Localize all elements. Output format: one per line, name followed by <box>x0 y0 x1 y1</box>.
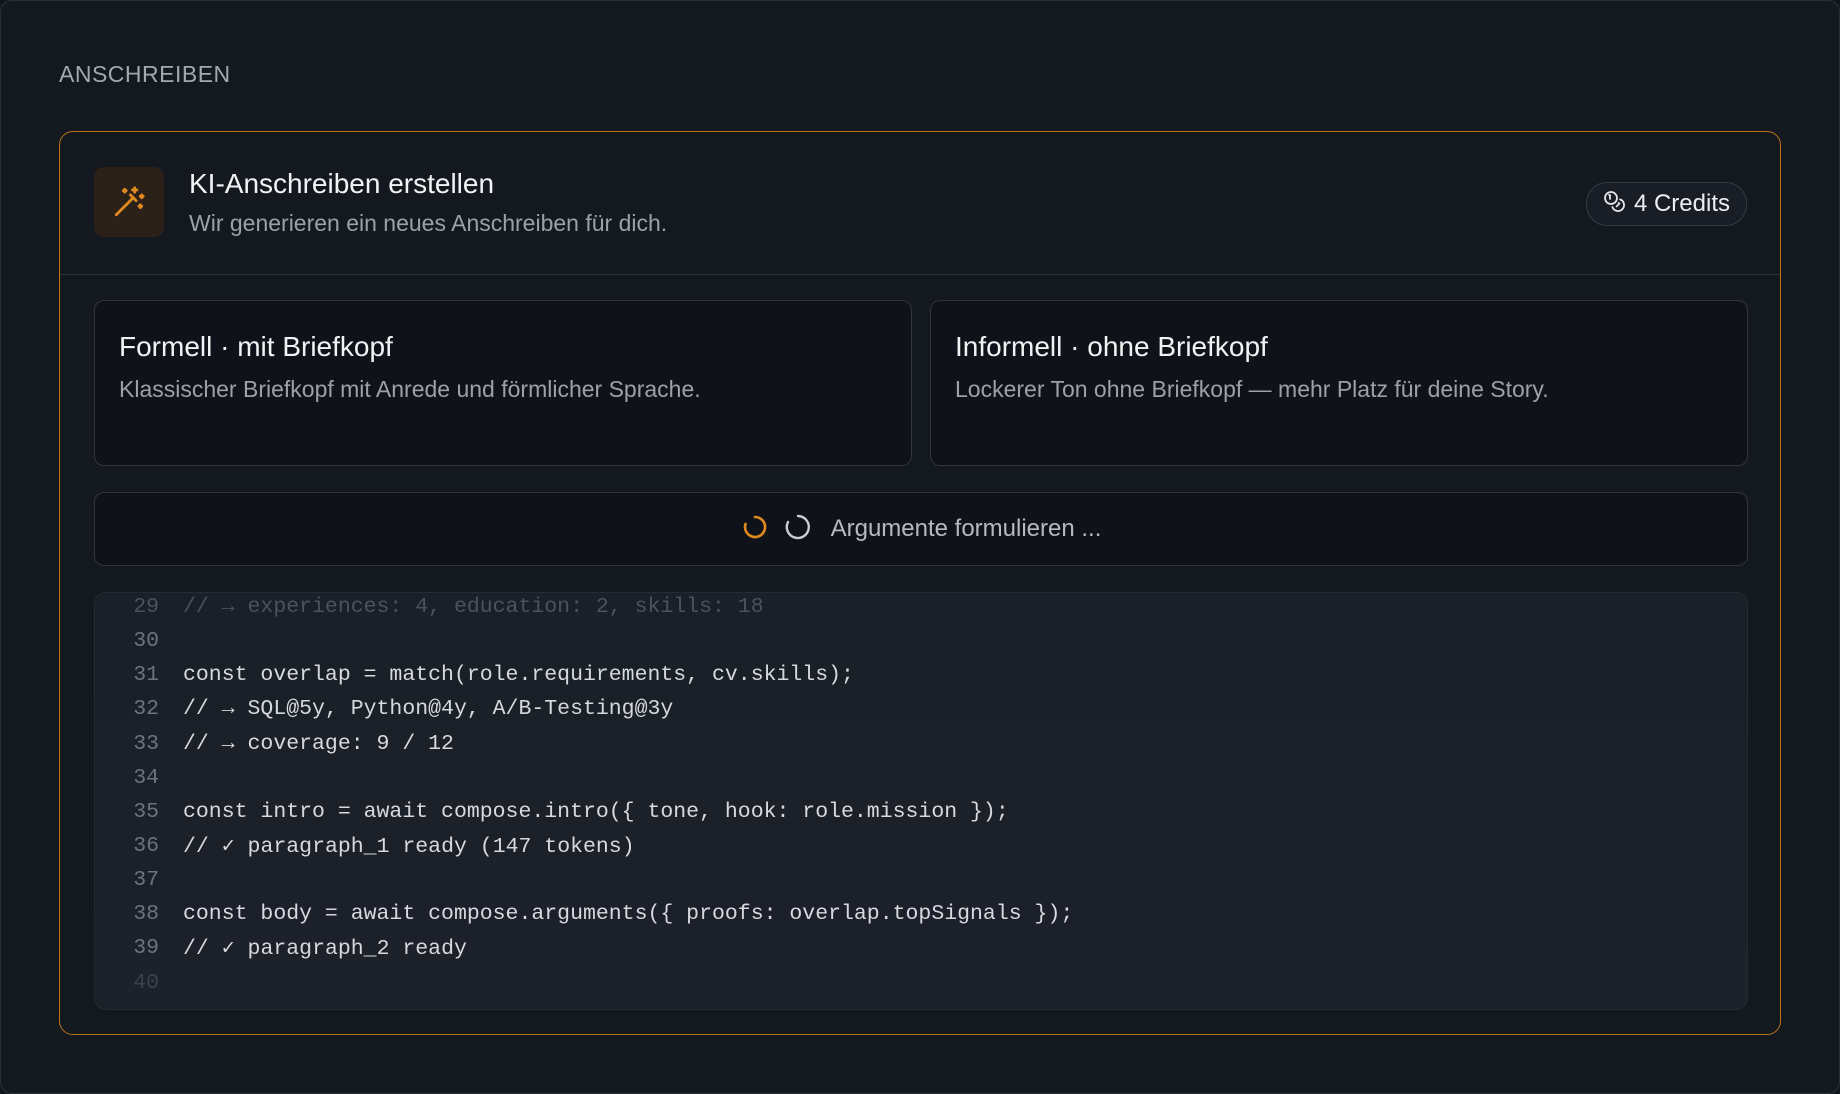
coins-icon <box>1602 189 1626 220</box>
status-text: Argumente formulieren ... <box>830 515 1102 542</box>
spinner-icon <box>783 512 813 547</box>
code-text: // ✓ paragraph_2 ready <box>183 937 467 961</box>
code-log: 29 // → experiences: 4, education: 2, ski… <box>94 592 1748 1010</box>
code-line: 38 const body = await compose.arguments({… <box>95 897 1747 931</box>
code-line: 30 <box>95 624 1747 658</box>
code-line: 32 // → SQL@5y, Python@4y, A/B-Testing@3y <box>95 692 1747 726</box>
code-line: 34 <box>95 761 1747 795</box>
code-text: // → coverage: 9 / 12 <box>183 732 454 756</box>
line-number: 37 <box>133 868 159 892</box>
code-line: 29 // → experiences: 4, education: 2, ski… <box>95 593 1747 624</box>
generation-status: Argumente formulieren ... <box>94 492 1748 566</box>
code-text: // → experiences: 4, education: 2, skill… <box>183 595 764 619</box>
code-text: const overlap = match(role.requirements,… <box>183 663 854 687</box>
line-number: 30 <box>133 629 159 653</box>
code-line: 36 // ✓ paragraph_1 ready (147 tokens) <box>95 829 1747 863</box>
option-title: Informell · ohne Briefkopf <box>955 331 1268 362</box>
magic-wand-icon <box>94 167 164 237</box>
line-number: 36 <box>133 834 159 858</box>
code-text: const intro = await compose.intro({ tone… <box>183 800 1009 824</box>
code-text: // ✓ paragraph_1 ready (147 tokens) <box>183 835 635 859</box>
ai-generator-card: KI-Anschreiben erstellen Wir generieren … <box>59 131 1781 1035</box>
credits-badge: 4 Credits <box>1585 182 1747 226</box>
code-line: 35 const intro = await compose.intro({ to… <box>95 795 1747 829</box>
line-number: 29 <box>133 595 159 619</box>
code-line: 31 const overlap = match(role.requirement… <box>95 658 1747 692</box>
line-number: 31 <box>133 663 159 687</box>
option-description: Klassischer Briefkopf mit Anrede und för… <box>119 376 701 402</box>
option-description: Lockerer Ton ohne Briefkopf — mehr Platz… <box>955 376 1549 402</box>
cover-letter-panel: ANSCHREIBEN KI-Anschreiben erstellen Wir… <box>0 0 1840 1094</box>
card-header: KI-Anschreiben erstellen Wir generieren … <box>60 132 1780 275</box>
code-line: 33 // → coverage: 9 / 12 <box>95 727 1747 761</box>
line-number: 33 <box>133 732 159 756</box>
credits-label: 4 Credits <box>1633 190 1730 217</box>
code-line: 37 <box>95 863 1747 897</box>
line-number: 40 <box>133 971 159 995</box>
section-title: ANSCHREIBEN <box>59 61 231 87</box>
card-subtitle: Wir generieren ein neues Anschreiben für… <box>189 210 668 236</box>
line-number: 32 <box>133 697 159 721</box>
line-number: 39 <box>133 936 159 960</box>
code-text: const body = await compose.arguments({ p… <box>183 902 1074 926</box>
option-title: Formell · mit Briefkopf <box>119 331 393 362</box>
option-informal[interactable]: Informell · ohne Briefkopf Lockerer Ton … <box>930 300 1748 466</box>
line-number: 38 <box>133 902 159 926</box>
card-title: KI-Anschreiben erstellen <box>189 168 495 199</box>
spinner-icon <box>741 513 769 546</box>
code-line: 39 // ✓ paragraph_2 ready <box>95 931 1747 965</box>
code-text: // → SQL@5y, Python@4y, A/B-Testing@3y <box>183 697 674 721</box>
code-line: 40 <box>95 966 1747 1000</box>
line-number: 35 <box>133 800 159 824</box>
option-formal[interactable]: Formell · mit Briefkopf Klassischer Brie… <box>94 300 912 466</box>
line-number: 34 <box>133 766 159 790</box>
